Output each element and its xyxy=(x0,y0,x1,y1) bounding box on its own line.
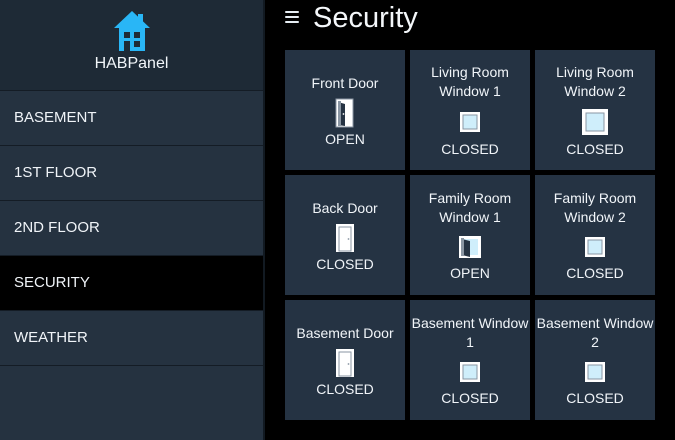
home-icon xyxy=(0,0,263,54)
sidebar-item-2nd-floor[interactable]: 2ND FLOOR xyxy=(0,201,263,256)
brand[interactable]: HABPanel xyxy=(0,0,263,91)
tile-family-room-window-2[interactable]: Family Room Window 2 CLOSED xyxy=(535,175,655,295)
tile-living-room-window-2[interactable]: Living Room Window 2 CLOSED xyxy=(535,50,655,170)
tile-state: CLOSED xyxy=(316,255,374,272)
window-closed-icon xyxy=(584,358,606,386)
sidebar-item-1st-floor[interactable]: 1ST FLOOR xyxy=(0,146,263,201)
door-closed-icon xyxy=(334,348,356,377)
tile-front-door[interactable]: Front Door OPEN xyxy=(285,50,405,170)
tile-label: Living Room Window 2 xyxy=(556,64,634,99)
sidebar-item-weather[interactable]: WEATHER xyxy=(0,311,263,366)
brand-name: HABPanel xyxy=(94,55,169,72)
header: Security xyxy=(265,0,675,44)
tile-state: CLOSED xyxy=(441,390,499,406)
tile-label: Basement Window 2 xyxy=(536,315,654,350)
window-closed-icon xyxy=(584,233,606,261)
tile-basement-window-1[interactable]: Basement Window 1 CLOSED xyxy=(410,300,530,420)
tile-state: CLOSED xyxy=(441,141,499,157)
main-panel: Security Front Door OPEN Living Room Win… xyxy=(265,0,675,440)
sidebar-item-basement[interactable]: BASEMENT xyxy=(0,91,263,146)
sidebar-item-security[interactable]: SECURITY xyxy=(0,256,263,311)
tile-label: Family Room Window 1 xyxy=(428,190,512,225)
tile-back-door[interactable]: Back Door CLOSED xyxy=(285,175,405,295)
sidebar: HABPanel BASEMENT 1ST FLOOR 2ND FLOOR SE… xyxy=(0,0,263,440)
tile-state: OPEN xyxy=(325,130,365,147)
tile-label: Living Room Window 1 xyxy=(431,64,509,99)
hamburger-icon[interactable] xyxy=(285,11,299,23)
window-closed-icon xyxy=(581,107,609,137)
tile-basement-window-2[interactable]: Basement Window 2 CLOSED xyxy=(535,300,655,420)
door-open-icon xyxy=(334,98,356,127)
tile-label: Basement Window 1 xyxy=(411,315,529,350)
page-title: Security xyxy=(313,2,418,34)
tile-label: Front Door xyxy=(311,74,379,91)
tile-label: Back Door xyxy=(312,199,378,216)
window-open-icon xyxy=(458,233,482,261)
tile-state: CLOSED xyxy=(566,141,624,157)
tile-label: Family Room Window 2 xyxy=(553,190,637,225)
tile-state: CLOSED xyxy=(566,265,624,281)
tile-label: Basement Door xyxy=(296,324,394,341)
window-closed-icon xyxy=(459,358,481,386)
door-closed-icon xyxy=(334,223,356,252)
tile-state: OPEN xyxy=(450,265,490,281)
tile-family-room-window-1[interactable]: Family Room Window 1 OPEN xyxy=(410,175,530,295)
tile-state: CLOSED xyxy=(566,390,624,406)
tile-basement-door[interactable]: Basement Door CLOSED xyxy=(285,300,405,420)
tile-state: CLOSED xyxy=(316,380,374,397)
tile-living-room-window-1[interactable]: Living Room Window 1 CLOSED xyxy=(410,50,530,170)
window-closed-icon xyxy=(459,107,481,137)
